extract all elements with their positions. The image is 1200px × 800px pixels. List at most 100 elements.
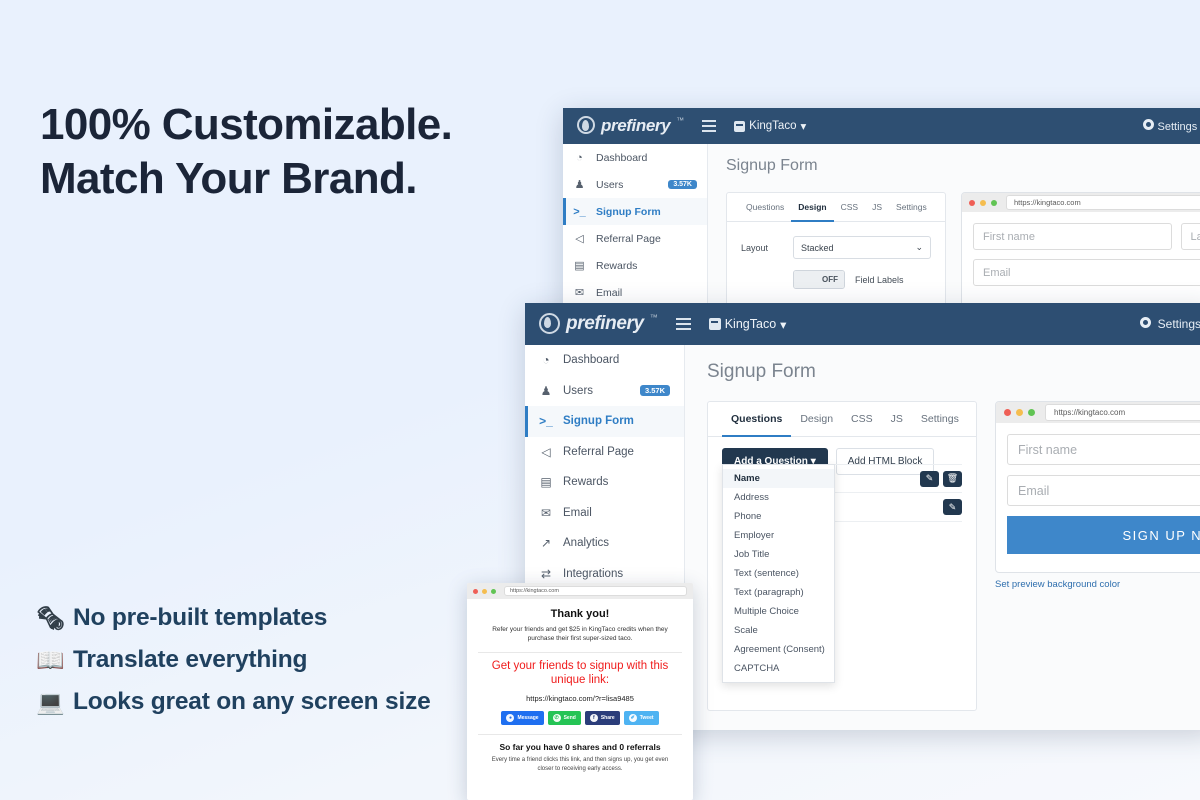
menu-item-job-title[interactable]: Job Title [723,545,834,564]
share-button-row: ● Message ✆ Send f Share ✐ Tweet [478,711,682,726]
nav-icon: ◁ [575,233,584,245]
sidebar-item-label: Signup Form [563,415,634,428]
chevron-down-icon: ⌄ [915,242,923,252]
tab-js[interactable]: JS [865,193,889,221]
menu-item-multiple-choice[interactable]: Multiple Choice [723,602,834,621]
minimize-icon[interactable] [1016,409,1023,416]
menu-item-captcha[interactable]: CAPTCHA [723,659,834,678]
menu-item-text-paragraph[interactable]: Text (paragraph) [723,583,834,602]
sidebar-item-rewards[interactable]: ▤ Rewards [563,252,707,279]
sidebar-item-dashboard[interactable]: ◔ Dashboard [525,345,684,376]
chevron-down-icon: ▾ [780,317,787,332]
feature-bullet-list: 🗞 No pre-built templates 📖 Translate eve… [36,604,506,730]
prefinery-logo[interactable]: prefinery ™ [577,116,684,136]
sign-up-now-button[interactable]: SIGN UP NOW [1007,516,1200,554]
share-glyph-icon: ✐ [628,714,637,723]
app-navbar: prefinery ™ KingTaco ▾ Settings ▾ ? He [563,108,1200,144]
menu-item-name[interactable]: Name [723,469,834,488]
browser-titlebar: https://kingtaco.com [467,583,693,599]
hamburger-icon[interactable] [702,120,717,132]
sidebar-item-signup-form[interactable]: >_ Signup Form [525,406,684,437]
share-button-label: Message [517,715,539,722]
cube-icon [708,318,721,330]
menu-item-employer[interactable]: Employer [723,526,834,545]
share-button-label: Tweet [639,715,654,722]
maximize-icon[interactable] [1028,409,1035,416]
sidebar-item-referral-page[interactable]: ◁ Referral Page [563,225,707,252]
menu-item-address[interactable]: Address [723,488,834,507]
first-name-field[interactable]: First name [1007,434,1200,465]
share-glyph-icon: f [589,714,598,723]
tab-design[interactable]: Design [791,402,842,436]
sidebar-item-label: Dashboard [596,151,648,164]
share-glyph-icon: ● [506,714,515,723]
sidebar-item-email[interactable]: ✉ Email [563,279,707,306]
share-button-send[interactable]: ✆ Send [547,711,581,726]
menu-item-phone[interactable]: Phone [723,507,834,526]
close-icon[interactable] [473,588,478,594]
sidebar-item-email[interactable]: ✉ Email [525,498,684,529]
menu-item-agreement-consent[interactable]: Agreement (Consent) [723,640,834,659]
referral-note: Every time a friend clicks this link, an… [491,757,669,773]
sidebar-item-signup-form[interactable]: >_ Signup Form [563,198,707,225]
close-icon[interactable] [969,199,975,206]
address-bar[interactable]: https://kingtaco.com [1006,195,1200,210]
tab-design[interactable]: Design [791,193,834,222]
sidebar-item-label: Signup Form [596,205,661,218]
field-labels-label: Field Labels [855,274,904,285]
referral-card-body: Thank you! Refer your friends and get $2… [467,599,693,774]
page-headline: 100% Customizable. Match Your Brand. [40,98,580,205]
tab-questions[interactable]: Questions [739,193,791,221]
brand-selector[interactable]: KingTaco ▾ [734,119,806,133]
set-preview-background-link[interactable]: Set preview background color [995,579,1120,590]
address-bar[interactable]: https://kingtaco.com [1045,404,1200,421]
tab-settings[interactable]: Settings [912,402,968,436]
address-bar[interactable]: https://kingtaco.com [504,586,687,596]
settings-menu[interactable]: Settings ▾ [1143,119,1200,133]
settings-menu[interactable]: Settings [1140,317,1200,331]
first-name-field[interactable]: First name [973,223,1172,250]
referral-link[interactable]: https://kingtaco.com/?r=lisa9485 [478,694,682,703]
tab-js[interactable]: JS [882,402,912,436]
sidebar-item-users[interactable]: ♟ Users 3.57K [563,171,707,198]
sidebar-item-analytics[interactable]: ↗ Analytics [525,528,684,559]
sidebar-item-dashboard[interactable]: ◔ Dashboard [563,144,707,171]
prefinery-logo[interactable]: prefinery ™ [539,313,658,335]
toggle-knob [794,271,816,288]
menu-item-text-sentence[interactable]: Text (sentence) [723,564,834,583]
referral-page-preview[interactable]: https://kingtaco.com Thank you! Refer yo… [467,583,693,800]
edit-icon[interactable]: ✎ [943,499,962,515]
sidebar-item-rewards[interactable]: ▤ Rewards [525,467,684,498]
share-button-share[interactable]: f Share [584,711,620,726]
hamburger-icon[interactable] [675,318,691,330]
tab-settings[interactable]: Settings [889,193,934,221]
layout-select[interactable]: Stacked ⌄ [793,236,931,259]
question-type-dropdown[interactable]: Name Address Phone Employer Job Title Text (s… [722,464,835,683]
sidebar-item-referral-page[interactable]: ◁ Referral Page [525,437,684,468]
maximize-icon[interactable] [491,588,496,594]
maximize-icon[interactable] [991,199,997,206]
share-button-label: Share [600,715,615,722]
tab-css[interactable]: CSS [834,193,865,221]
edit-icon[interactable]: ✎ [920,470,939,487]
delete-icon[interactable]: 🗑 [943,470,962,487]
sidebar-item-users[interactable]: ♟ Users 3.57K [525,376,684,407]
field-labels-toggle[interactable]: OFF [793,270,845,289]
status-badge: 3.57K [639,385,670,397]
minimize-icon[interactable] [980,199,986,206]
megaphone-icon: ◁ [541,444,551,459]
sidebar-item-label: Referral Page [563,445,634,458]
share-button-message[interactable]: ● Message [501,711,544,726]
minimize-icon[interactable] [482,588,487,594]
share-button-tweet[interactable]: ✐ Tweet [623,711,659,726]
last-name-field[interactable]: Last name [1180,223,1200,250]
tab-questions[interactable]: Questions [722,402,792,437]
layout-select-value: Stacked [801,242,834,253]
tab-css[interactable]: CSS [842,402,882,436]
close-icon[interactable] [1004,409,1011,416]
email-field[interactable]: Email [973,259,1200,286]
menu-item-scale[interactable]: Scale [723,621,834,640]
brand-selector[interactable]: KingTaco ▾ [708,317,787,332]
email-field[interactable]: Email [1007,475,1200,506]
bullet-label: Looks great on any screen size [73,688,431,715]
